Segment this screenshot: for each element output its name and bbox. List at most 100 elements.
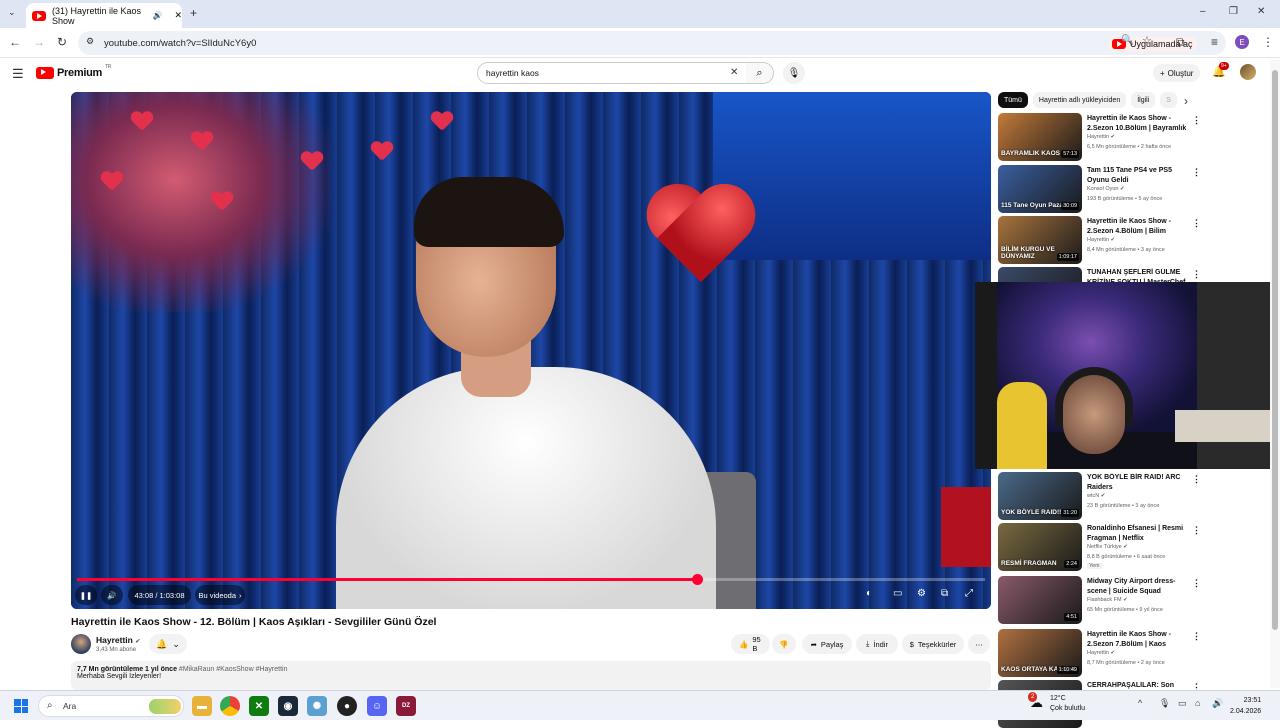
like-button[interactable]: 👍 95 B [731,634,770,654]
create-button[interactable]: + Oluştur [1153,64,1201,82]
recommendation-item[interactable]: RESMİ FRAGMAN 2:24 Ronaldinho Efsanesi | R… [998,523,1268,571]
subscribed-bell-button[interactable]: 🔔 ⌄ [149,634,187,654]
chip-from-uploader[interactable]: Hayrettin adlı yükleyiciden [1032,92,1127,108]
recommendation-item[interactable]: KAOS ORTAYA KARIŞIK 1:10:49 Hayrettin ile … [998,629,1268,677]
recommendation-channel[interactable]: Netflix Türkiye ✔ [1087,544,1128,550]
fullscreen-icon[interactable]: ⤢ [965,588,973,599]
recommendation-thumbnail[interactable]: KAOS ORTAYA KARIŞIK 1:10:49 [998,629,1082,677]
minimize-icon[interactable]: – [1200,7,1206,17]
recommendation-title[interactable]: Hayrettin ile Kaos Show - 2.Sezon 10.Böl… [1087,114,1189,133]
more-options-icon[interactable]: ⋮ [1192,525,1201,536]
more-options-icon[interactable]: ⋮ [1192,474,1201,485]
restore-icon[interactable]: ❐ [1229,7,1238,17]
recommendation-item[interactable]: 115 Tane Oyun Pazarı 30:09 Tam 115 Tane PS… [998,165,1268,213]
recommendation-channel[interactable]: Hayrettin ✔ [1087,650,1115,656]
recommendation-item[interactable]: BAYRAMLIK KAOS 57:13 Hayrettin ile Kaos Sh… [998,113,1268,161]
recommendation-thumbnail[interactable]: YOK BÖYLE RAID!! 31:20 [998,472,1082,520]
display-tray-icon[interactable]: ▭ [1178,699,1187,708]
settings-gear-icon[interactable]: ⚙ [917,588,926,599]
more-options-icon[interactable]: ⋮ [1192,167,1201,178]
recommendation-title[interactable]: Tam 115 Tane PS4 ve PS5 Oyunu Geldi [1087,166,1189,185]
browser-tab[interactable]: (31) Hayrettin ile Kaos Show 🔊 ✕ [26,3,182,28]
recommendation-title[interactable]: Hayrettin ile Kaos Show - 2.Sezon 7.Bölü… [1087,630,1189,649]
reload-icon[interactable]: ↻ [57,36,67,48]
steam-icon[interactable]: ◉ [278,696,298,716]
chip-all[interactable]: Tümü [998,92,1028,108]
chapter-button[interactable]: Bu videoda › [195,585,245,605]
recommendation-title[interactable]: Ronaldinho Efsanesi | Resmi Fragman | Ne… [1087,524,1189,543]
xbox-icon[interactable]: ✕ [249,696,269,716]
recommendation-thumbnail[interactable]: BAYRAMLIK KAOS 57:13 [998,113,1082,161]
share-button[interactable]: ➦ Paylaş [802,634,852,654]
hamburger-menu-icon[interactable]: ☰ [12,67,24,80]
network-app-icon[interactable]: ✺ [307,696,327,716]
search-input[interactable]: hayrettin kaos ✕ [477,62,747,84]
hashtags[interactable]: #MikaRaun #KaosShow #Hayrettin [179,666,288,673]
scrollbar-thumb[interactable] [1272,70,1278,630]
chevron-right-icon[interactable]: › [1184,95,1188,107]
bookmark-star-icon[interactable]: ☆ [1142,36,1152,47]
description-box[interactable]: 7,7 Mn görüntüleme 1 yıl önce #MikaRaun … [71,661,991,690]
pause-button[interactable]: ❚❚ [75,585,97,605]
channel-name[interactable]: Hayrettin ✔ [96,635,140,645]
speaker-icon[interactable]: 🔊 [152,11,162,20]
recommendation-title[interactable]: YOK BÖYLE BİR RAID! ARC Raiders [1087,473,1189,492]
profile-avatar[interactable]: E [1235,35,1249,49]
taskbar-search[interactable]: ⌕ Ara [38,695,184,717]
obs-icon[interactable]: ● [337,696,357,716]
recommendation-thumbnail[interactable]: 115 Tane Oyun Pazarı 30:09 [998,165,1082,213]
recommendation-channel[interactable]: Hayrettin ✔ [1087,134,1115,140]
recommendation-item[interactable]: YOK BÖYLE RAID!! 31:20 YOK BÖYLE BİR RAID!… [998,472,1268,520]
recommendation-channel[interactable]: Hayrettin ✔ [1087,237,1115,243]
subtitles-icon[interactable]: ▭ [893,588,902,599]
close-tab-icon[interactable]: ✕ [174,10,182,21]
clear-search-icon[interactable]: ✕ [730,68,738,78]
volume-button[interactable]: 🔊 [101,585,123,605]
recommendation-thumbnail[interactable]: BİLİM KURGU VE DÜNYAMIZ 1:09:17 [998,216,1082,264]
user-avatar[interactable] [1240,64,1256,80]
site-info-icon[interactable]: ⚙ [86,37,94,46]
progress-bar[interactable] [77,574,985,585]
browser-menu-icon[interactable]: ⋮ [1262,36,1274,48]
app-icon[interactable]: DZ [396,696,416,716]
forward-icon[interactable]: → [33,36,45,48]
recommendation-item[interactable]: BİLİM KURGU VE DÜNYAMIZ 1:09:17 Hayrettin … [998,216,1268,264]
miniplayer-icon[interactable]: ⧉ [941,588,948,599]
download-button[interactable]: ⤓ İndir [856,634,898,654]
extensions-icon[interactable]: ⧉ [1176,36,1185,48]
recommendation-channel[interactable]: Flashback FM ✔ [1087,597,1128,603]
chip-related[interactable]: İlgili [1131,92,1156,108]
youtube-logo[interactable]: Premium TR [36,64,111,79]
dislike-button[interactable]: 👎 [772,634,796,654]
channel-avatar[interactable] [71,634,91,654]
url-field[interactable]: ⚙ youtube.com/watch?v=SlIduNcY6y0 Uygula… [78,31,1226,55]
more-options-icon[interactable]: ⋮ [1192,115,1201,126]
chrome-icon[interactable] [220,696,240,716]
page-scrollbar[interactable] [1270,60,1280,688]
start-button-icon[interactable] [14,699,28,713]
recommendation-channel[interactable]: wtcN ✔ [1087,493,1105,499]
media-control-icon[interactable]: ≡ [1211,36,1218,48]
new-tab-icon[interactable]: + [190,7,197,19]
volume-tray-icon[interactable]: 🔊 [1212,699,1223,708]
recommendation-item[interactable]: 4:51 Midway City Airport dress-scene | Su… [998,576,1268,624]
more-options-icon[interactable]: ⋮ [1192,631,1201,642]
more-actions-button[interactable]: ⋯ [968,634,990,654]
recommendation-title[interactable]: Midway City Airport dress-scene | Suicid… [1087,577,1189,596]
weather-widget[interactable]: 2 ☁ 12°C Çok bulutlu [1028,692,1085,714]
autoplay-toggle-icon[interactable]: ◐ [866,588,872,599]
search-button[interactable]: ⌕ [746,62,774,84]
discord-icon[interactable]: ☺ [367,696,387,716]
mic-tray-icon[interactable]: 🎙 [1159,699,1170,708]
window-close-icon[interactable]: ✕ [1257,7,1265,17]
tab-list-icon[interactable]: ⌄ [8,8,16,17]
system-clock[interactable]: 23:51 2.04.2026 [1230,695,1261,717]
recommendation-thumbnail[interactable]: RESMİ FRAGMAN 2:24 [998,523,1082,571]
voice-search-button[interactable]: 🎙 [783,62,805,84]
more-options-icon[interactable]: ⋮ [1192,578,1201,589]
file-explorer-icon[interactable]: ▬ [192,696,212,716]
more-options-icon[interactable]: ⋮ [1192,269,1201,280]
thanks-button[interactable]: $ Teşekkürler [902,634,964,654]
network-tray-icon[interactable]: ⌂ [1195,699,1200,708]
tray-chevron-icon[interactable]: ^ [1138,699,1142,708]
